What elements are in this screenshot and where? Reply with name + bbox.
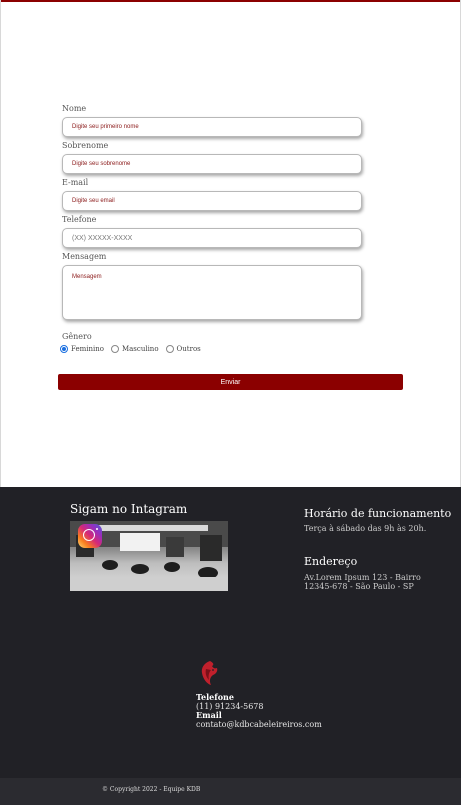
- radio-unchecked-icon[interactable]: [165, 345, 174, 353]
- top-accent-line: [0, 0, 461, 2]
- message-textarea[interactable]: Mensagem: [62, 265, 362, 320]
- hours-title: Horário de funcionamento: [304, 507, 452, 520]
- address-line-1: Av.Lorem Ipsum 123 - Bairro: [304, 573, 421, 582]
- email-address[interactable]: contato@kdbcabeleireiros.com: [196, 720, 322, 729]
- phone-heading: Telefone: [196, 692, 234, 702]
- submit-button[interactable]: Enviar: [58, 374, 403, 390]
- last-name-label: Sobrenome: [62, 141, 109, 150]
- contact-info: Telefone (11) 91234-5678 Email contato@k…: [196, 692, 322, 730]
- contact-form: Nome Digite seu primeiro nome Sobrenome …: [62, 104, 362, 345]
- gender-option-feminino[interactable]: Feminino: [59, 345, 104, 353]
- instagram-post-image[interactable]: [70, 521, 228, 591]
- gender-option-outros[interactable]: Outros: [165, 345, 201, 353]
- hours-text: Terça à sábado das 9h às 20h.: [304, 524, 427, 533]
- gender-radio-group: Feminino Masculino Outros: [59, 345, 207, 353]
- address-title: Endereço: [304, 555, 358, 568]
- first-name-label: Nome: [62, 104, 87, 113]
- lion-logo-icon: [201, 661, 218, 685]
- copyright-text: © Copyright 2022 - Equipe KDB: [102, 786, 201, 793]
- left-border: [0, 0, 1, 487]
- email-heading: Email: [196, 710, 222, 720]
- phone-label: Telefone: [62, 215, 97, 224]
- radio-unchecked-icon[interactable]: [110, 345, 119, 353]
- phone-input[interactable]: (XX) XXXXX-XXXX: [62, 228, 362, 248]
- radio-checked-icon[interactable]: [60, 345, 68, 353]
- gender-label: Gênero: [62, 332, 92, 341]
- gender-option-label: Feminino: [71, 345, 104, 353]
- gender-option-label: Masculino: [121, 345, 159, 353]
- instagram-title: Sigam no Intagram: [70, 502, 188, 516]
- first-name-input[interactable]: Digite seu primeiro nome: [62, 117, 362, 137]
- site-footer: Sigam no Intagram Horário de funcionamen…: [0, 487, 461, 778]
- copyright-bar: © Copyright 2022 - Equipe KDB: [0, 778, 461, 805]
- address-line-2: 12345-678 - São Paulo - SP: [304, 582, 414, 591]
- email-input[interactable]: Digite seu email: [62, 191, 362, 211]
- message-label: Mensagem: [62, 252, 107, 261]
- email-label: E-mail: [62, 178, 89, 187]
- gender-option-label: Outros: [176, 345, 201, 353]
- instagram-icon[interactable]: [78, 524, 102, 548]
- gender-option-masculino[interactable]: Masculino: [110, 345, 159, 353]
- last-name-input[interactable]: Digite seu sobrenome: [62, 154, 362, 174]
